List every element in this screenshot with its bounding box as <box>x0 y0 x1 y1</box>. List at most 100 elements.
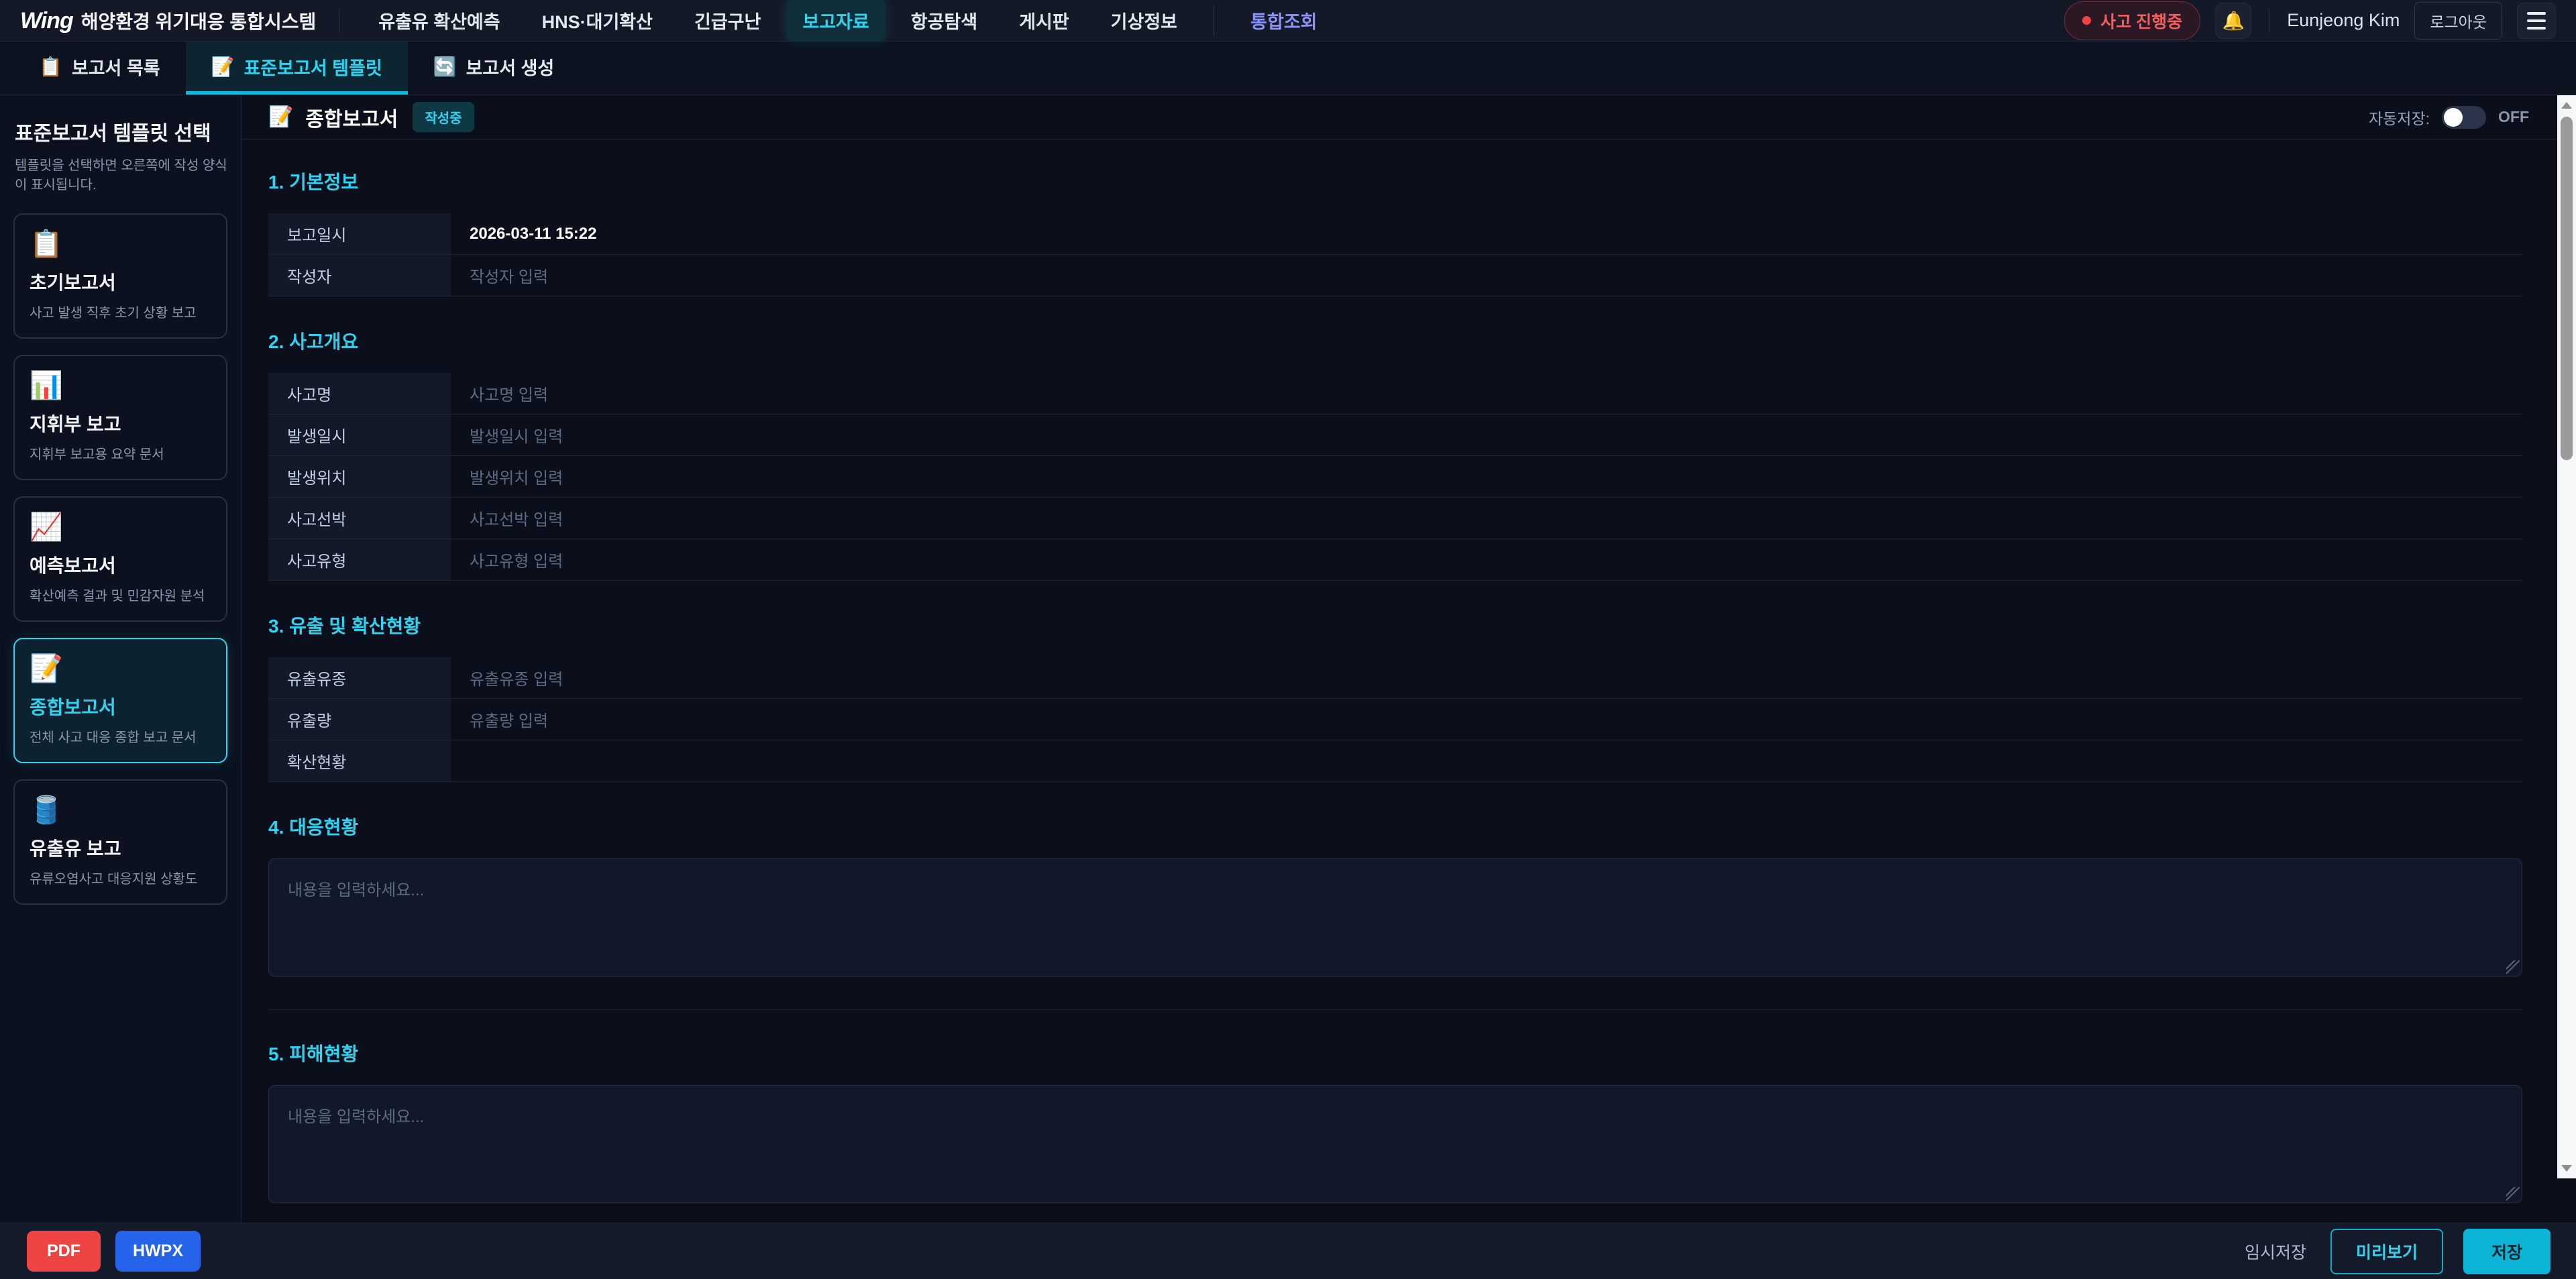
field-label: 사고유형 <box>268 539 451 580</box>
scrollbar-thumb[interactable] <box>2561 117 2573 460</box>
card-title: 종합보고서 <box>30 693 211 720</box>
basic-info-table: 보고일시 2026-03-11 15:22 작성자 작성자 입력 <box>268 213 2522 296</box>
scrollbar-up-arrow-icon[interactable] <box>2557 95 2576 115</box>
form-scroll-area[interactable]: 1. 기본정보 보고일시 2026-03-11 15:22 작성자 작성자 입력… <box>241 140 2576 1223</box>
field-row-spill-oil-type: 유출유종 유출유종 입력 <box>268 657 2522 699</box>
hamburger-menu-button[interactable] <box>2517 3 2556 39</box>
toggle-knob <box>2444 108 2463 127</box>
autosave-toggle[interactable] <box>2442 106 2486 129</box>
body-layout: 표준보고서 템플릿 선택 템플릿을 선택하면 오른쪽에 작성 양식이 표시됩니다… <box>0 95 2576 1223</box>
field-label: 확산현황 <box>268 740 451 781</box>
spill-status-table: 유출유종 유출유종 입력 유출량 유출량 입력 확산현황 <box>268 657 2522 782</box>
field-label: 발생위치 <box>268 456 451 497</box>
bar-chart-icon: 📊 <box>30 372 211 399</box>
form-scrollbar[interactable] <box>2557 95 2576 1178</box>
card-desc: 유류오염사고 대응지원 상황도 <box>30 868 211 887</box>
nav-item-emergency-rescue[interactable]: 긴급구난 <box>678 0 777 42</box>
temp-save-button[interactable]: 임시저장 <box>2241 1230 2310 1273</box>
field-row-author: 작성자 작성자 입력 <box>268 255 2522 296</box>
incident-overview-table: 사고명 사고명 입력 발생일시 발생일시 입력 발생위치 발생위치 입력 사고선… <box>268 373 2522 581</box>
report-tabbar: 📋 보고서 목록 📝 표준보고서 템플릿 🔄 보고서 생성 <box>0 42 2576 95</box>
oil-drum-icon: 🛢️ <box>30 797 211 824</box>
incident-type-input[interactable]: 사고유형 입력 <box>451 539 2522 580</box>
field-row-occurrence-datetime: 발생일시 발생일시 입력 <box>268 414 2522 456</box>
preview-button[interactable]: 미리보기 <box>2330 1229 2443 1274</box>
card-title: 예측보고서 <box>30 551 211 578</box>
field-label: 사고선박 <box>268 498 451 539</box>
card-title: 지휘부 보고 <box>30 410 211 437</box>
autosave-control: 자동저장: OFF <box>2369 106 2529 129</box>
spill-amount-input[interactable]: 유출량 입력 <box>451 699 2522 740</box>
tab-report-list[interactable]: 📋 보고서 목록 <box>13 42 186 95</box>
form-header: 📝 종합보고서 작성중 자동저장: OFF <box>241 95 2576 140</box>
section-heading-incident-overview: 2. 사고개요 <box>268 327 2522 354</box>
nav-item-oil-spill-prediction[interactable]: 유출유 확산예측 <box>362 0 516 42</box>
report-form-panel: 📝 종합보고서 작성중 자동저장: OFF 1. 기본정보 보고일시 2026-… <box>241 95 2576 1223</box>
field-label: 사고명 <box>268 373 451 414</box>
spill-oil-type-input[interactable]: 유출유종 입력 <box>451 657 2522 698</box>
damage-status-textarea[interactable] <box>268 1085 2522 1203</box>
incident-dot-icon <box>2082 16 2091 25</box>
report-datetime-value[interactable]: 2026-03-11 15:22 <box>451 213 2522 254</box>
navbar-right: 사고 진행중 🔔 Eunjeong Kim 로그아웃 <box>2064 1 2556 40</box>
autosave-state: OFF <box>2498 108 2529 126</box>
occurrence-location-input[interactable]: 발생위치 입력 <box>451 456 2522 497</box>
sidebar-item-command-report[interactable]: 📊 지휘부 보고 지휘부 보고용 요약 문서 <box>13 355 227 480</box>
response-status-textarea[interactable] <box>268 858 2522 977</box>
field-label: 보고일시 <box>268 213 451 254</box>
export-pdf-button[interactable]: PDF <box>27 1231 101 1272</box>
logo-wing-icon: Wing <box>20 8 73 34</box>
incident-vessel-input[interactable]: 사고선박 입력 <box>451 498 2522 539</box>
notification-button[interactable]: 🔔 <box>2215 3 2251 39</box>
nav-item-aerial-search[interactable]: 항공탐색 <box>895 0 994 42</box>
footer-actions: 임시저장 미리보기 저장 <box>2241 1229 2551 1274</box>
main-nav: 유출유 확산예측 HNS·대기확산 긴급구난 보고자료 항공탐색 게시판 기상정… <box>362 0 2064 42</box>
top-navbar: Wing 해양환경 위기대응 통합시스템 유출유 확산예측 HNS·대기확산 긴… <box>0 0 2576 42</box>
field-label: 유출량 <box>268 699 451 740</box>
app-title: 해양환경 위기대응 통합시스템 <box>81 7 316 34</box>
nav-item-hns-air-diffusion[interactable]: HNS·대기확산 <box>526 0 669 42</box>
field-row-incident-vessel: 사고선박 사고선박 입력 <box>268 498 2522 539</box>
card-desc: 사고 발생 직후 초기 상황 보고 <box>30 302 211 321</box>
nav-item-board[interactable]: 게시판 <box>1003 0 1085 42</box>
sidebar-item-oil-spill-report[interactable]: 🛢️ 유출유 보고 유류오염사고 대응지원 상황도 <box>13 779 227 905</box>
tab-standard-template[interactable]: 📝 표준보고서 템플릿 <box>186 42 408 95</box>
sidebar-item-initial-report[interactable]: 📋 초기보고서 사고 발생 직후 초기 상황 보고 <box>13 213 227 339</box>
tab-report-generate-label: 보고서 생성 <box>466 54 555 80</box>
tab-standard-template-label: 표준보고서 템플릿 <box>244 54 382 80</box>
section-heading-spill-status: 3. 유출 및 확산현황 <box>268 612 2522 638</box>
app-logo: Wing 해양환경 위기대응 통합시스템 <box>20 7 316 34</box>
logout-button[interactable]: 로그아웃 <box>2414 2 2502 40</box>
user-name: Eunjeong Kim <box>2287 10 2400 31</box>
spread-status-input[interactable] <box>451 740 2522 781</box>
sidebar-item-prediction-report[interactable]: 📈 예측보고서 확산예측 결과 및 민감자원 분석 <box>13 496 227 622</box>
card-desc: 지휘부 보고용 요약 문서 <box>30 443 211 463</box>
incident-status-badge: 사고 진행중 <box>2064 1 2200 40</box>
scrollbar-down-arrow-icon[interactable] <box>2557 1158 2576 1178</box>
section-heading-damage-status: 5. 피해현황 <box>268 1040 2522 1066</box>
section-divider <box>268 1009 2522 1010</box>
action-footer: PDF HWPX 임시저장 미리보기 저장 <box>0 1223 2576 1279</box>
autosave-label: 자동저장: <box>2369 106 2430 129</box>
card-desc: 확산예측 결과 및 민감자원 분석 <box>30 585 211 604</box>
export-hwpx-button[interactable]: HWPX <box>115 1231 201 1272</box>
incident-name-input[interactable]: 사고명 입력 <box>451 373 2522 414</box>
card-title: 유출유 보고 <box>30 834 211 861</box>
sidebar-item-comprehensive-report[interactable]: 📝 종합보고서 전체 사고 대응 종합 보고 문서 <box>13 638 227 763</box>
field-label: 발생일시 <box>268 414 451 455</box>
field-label: 유출유종 <box>268 657 451 698</box>
author-input[interactable]: 작성자 입력 <box>451 255 2522 296</box>
section-heading-basic-info: 1. 기본정보 <box>268 168 2522 194</box>
template-sidebar: 표준보고서 템플릿 선택 템플릿을 선택하면 오른쪽에 작성 양식이 표시됩니다… <box>0 95 241 1223</box>
tab-report-generate[interactable]: 🔄 보고서 생성 <box>408 42 580 95</box>
section-heading-response-status: 4. 대응현황 <box>268 813 2522 840</box>
hamburger-icon <box>2527 12 2546 15</box>
occurrence-datetime-input[interactable]: 발생일시 입력 <box>451 414 2522 455</box>
nav-item-weather-info[interactable]: 기상정보 <box>1095 0 1193 42</box>
nav-item-reports[interactable]: 보고자료 <box>786 0 885 42</box>
save-button[interactable]: 저장 <box>2463 1229 2551 1274</box>
bell-icon: 🔔 <box>2222 10 2245 32</box>
nav-item-integrated-search[interactable]: 통합조회 <box>1234 0 1333 42</box>
refresh-icon: 🔄 <box>433 56 457 78</box>
field-row-incident-type: 사고유형 사고유형 입력 <box>268 539 2522 581</box>
